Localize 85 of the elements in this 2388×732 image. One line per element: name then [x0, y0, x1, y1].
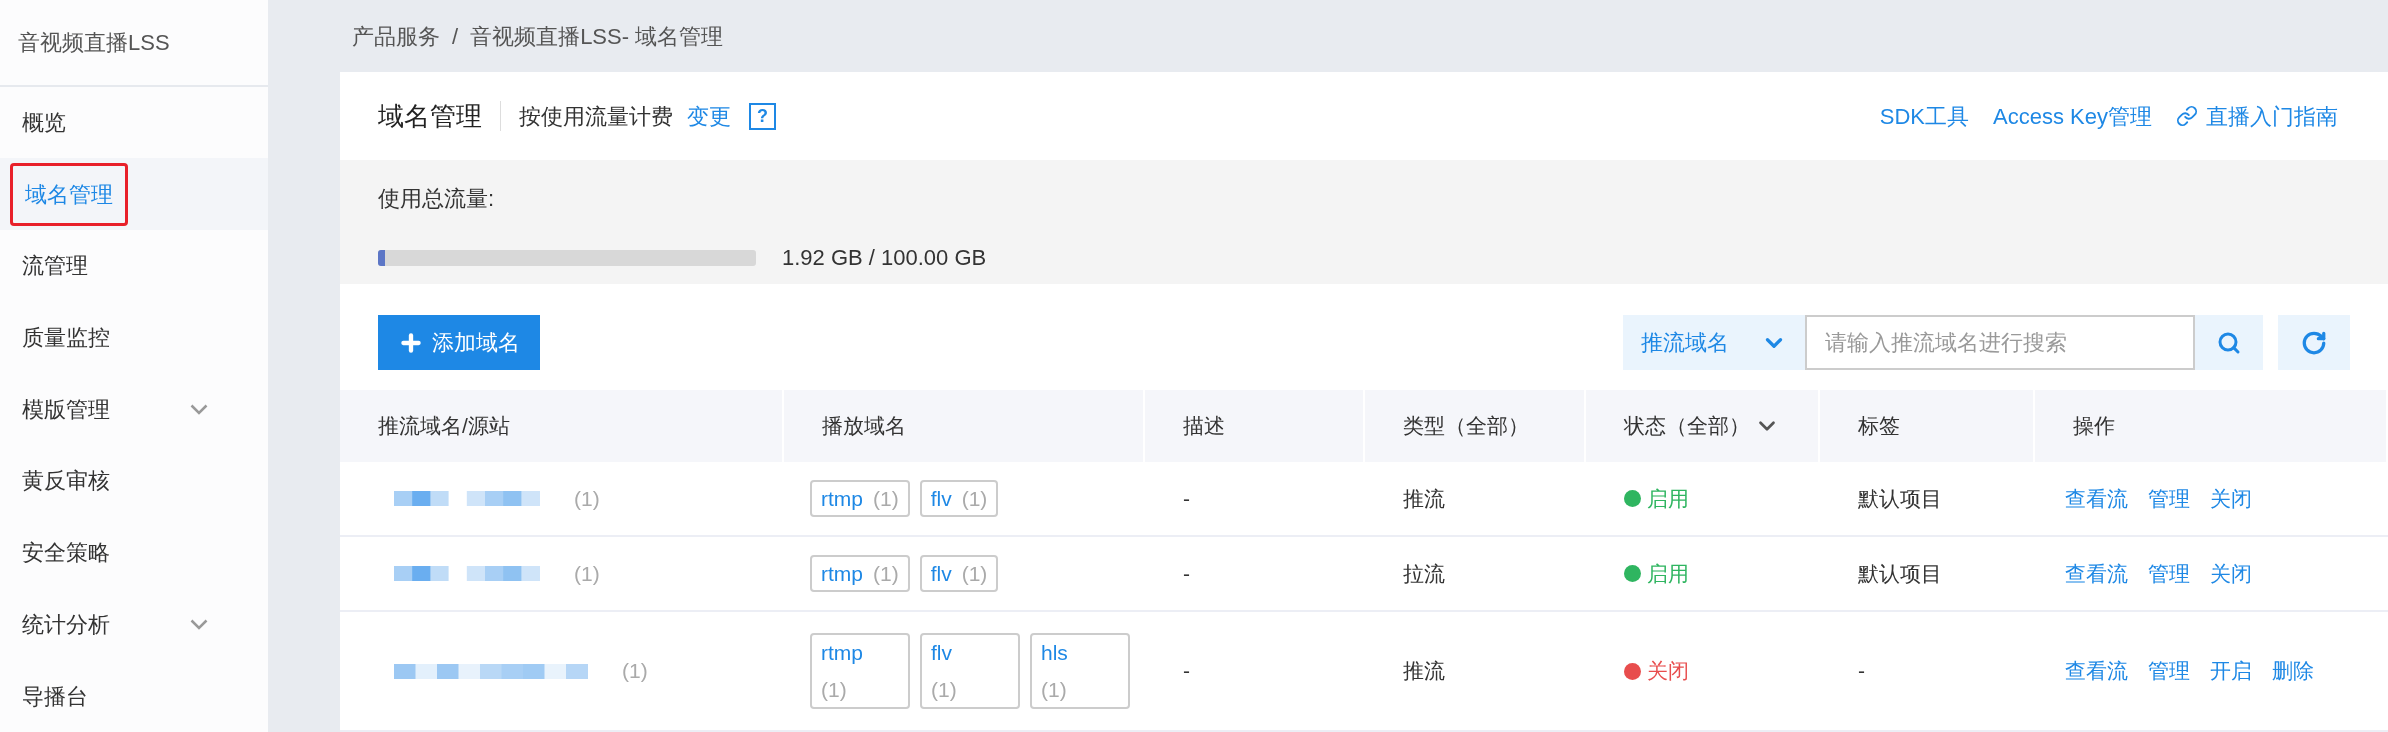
table-cell-text: 默认项目 [1858, 560, 1942, 587]
refresh-icon [2301, 329, 2327, 356]
sidebar-title: 音视频直播LSS [18, 28, 170, 57]
protocol-count: (1) [821, 676, 848, 703]
protocol-text: flv [930, 560, 952, 587]
sidebar-item[interactable]: 质量监控 [0, 301, 268, 374]
search-button[interactable] [2195, 315, 2263, 371]
usage-label: 使用总流量: [378, 185, 496, 214]
breadcrumb-item: / [452, 22, 459, 51]
protocol-count: (1) [1041, 676, 1068, 703]
search-icon [2217, 330, 2241, 355]
protocol-text: flv [931, 640, 953, 666]
table-cell-text: - [1183, 485, 1190, 512]
sidebar-item[interactable]: 黄反审核 [0, 445, 268, 517]
header-link[interactable]: Access Key管理 [1993, 99, 2152, 133]
action-link[interactable]: 管理 [2148, 482, 2190, 515]
play-domain-tag[interactable]: flv (1) [919, 555, 999, 592]
action-link[interactable]: 查看流 [2065, 655, 2128, 687]
help-button[interactable]: ? [749, 102, 776, 130]
page-title: 域名管理 [378, 99, 482, 133]
add-domain-button[interactable]: 添加域名 [378, 315, 540, 371]
column-header: 操作 [2073, 413, 2115, 440]
play-domain-tag[interactable]: rtmp (1) [810, 633, 910, 709]
sidebar-item[interactable]: 模版管理 [0, 373, 268, 446]
refresh-button[interactable] [2278, 315, 2350, 371]
action-link[interactable]: 删除 [2272, 655, 2314, 687]
sidebar-item[interactable]: 域名管理 [0, 158, 268, 230]
protocol-count: (1) [931, 676, 958, 703]
domain-count: (1) [574, 485, 600, 512]
domain-count: (1) [622, 658, 648, 685]
protocol-count: (1) [961, 485, 988, 512]
table-cell-text: - [1183, 658, 1190, 685]
protocol-text: rtmp [821, 485, 863, 512]
protocol-text: flv [930, 485, 952, 512]
sidebar-item[interactable]: 概览 [0, 86, 268, 159]
column-header: 播放域名 [822, 413, 906, 440]
table-cell-text: 推流 [1403, 658, 1445, 685]
column-header: 类型（全部） [1403, 413, 1529, 440]
play-domain-tag[interactable]: flv (1) [919, 480, 999, 517]
billing-text: 按使用流量计费 [519, 102, 673, 131]
chevron-down-icon [190, 618, 208, 630]
column-header: 标签 [1858, 413, 1900, 440]
protocol-text: rtmp [821, 560, 863, 587]
search-type-dropdown[interactable]: 推流域名 [1623, 315, 1805, 371]
status-text: 启用 [1647, 560, 1689, 587]
table-cell-text: 推流 [1403, 485, 1445, 512]
sidebar-item[interactable]: 统计分析 [0, 588, 268, 661]
link-icon [2176, 105, 2198, 128]
column-header: 推流域名/源站 [378, 413, 510, 440]
protocol-text: hls [1041, 640, 1069, 666]
protocol-count: (1) [961, 560, 988, 587]
action-link[interactable]: 管理 [2148, 655, 2190, 687]
header-link[interactable]: SDK工具 [1879, 99, 1970, 133]
action-link[interactable]: 开启 [2210, 655, 2252, 687]
sidebar-item[interactable]: 安全策略 [0, 516, 268, 589]
table-cell-text: 默认项目 [1858, 485, 1942, 512]
table-cell-text: 拉流 [1403, 560, 1445, 587]
column-header: 描述 [1183, 413, 1225, 440]
play-domain-tag[interactable]: rtmp (1) [810, 555, 910, 592]
header-link[interactable]: 直播入门指南 [2176, 99, 2338, 133]
column-header[interactable]: 状态（全部） [1624, 410, 1750, 442]
action-link[interactable]: 管理 [2148, 557, 2190, 590]
play-domain-tag[interactable]: hls (1) [1030, 633, 1130, 709]
action-link[interactable]: 关闭 [2210, 557, 2252, 590]
usage-reading: 1.92 GB / 100.00 GB [782, 244, 987, 273]
protocol-count: (1) [873, 485, 899, 512]
status-text: 启用 [1647, 485, 1689, 512]
play-domain-tag[interactable]: rtmp (1) [810, 480, 910, 517]
sidebar-item[interactable]: 导播台 [0, 660, 268, 732]
sidebar-item[interactable]: 流管理 [0, 229, 268, 302]
breadcrumb-item: 音视频直播LSS- 域名管理 [470, 22, 724, 51]
change-link[interactable]: 变更 [687, 99, 731, 133]
action-link[interactable]: 查看流 [2065, 482, 2128, 515]
domain-count: (1) [574, 560, 600, 587]
table-cell-text: - [1858, 658, 1865, 685]
search-field[interactable]: 请输入推流域名进行搜索 [1805, 315, 2195, 371]
protocol-text: rtmp [821, 640, 864, 666]
action-link[interactable]: 关闭 [2210, 482, 2252, 515]
play-domain-tag[interactable]: flv (1) [920, 633, 1020, 709]
action-link[interactable]: 查看流 [2065, 557, 2128, 590]
chevron-down-icon [190, 403, 208, 415]
breadcrumb-item[interactable]: 产品服务 [352, 19, 440, 53]
protocol-count: (1) [873, 560, 899, 587]
status-text: 关闭 [1647, 658, 1689, 685]
table-cell-text: - [1183, 560, 1190, 587]
